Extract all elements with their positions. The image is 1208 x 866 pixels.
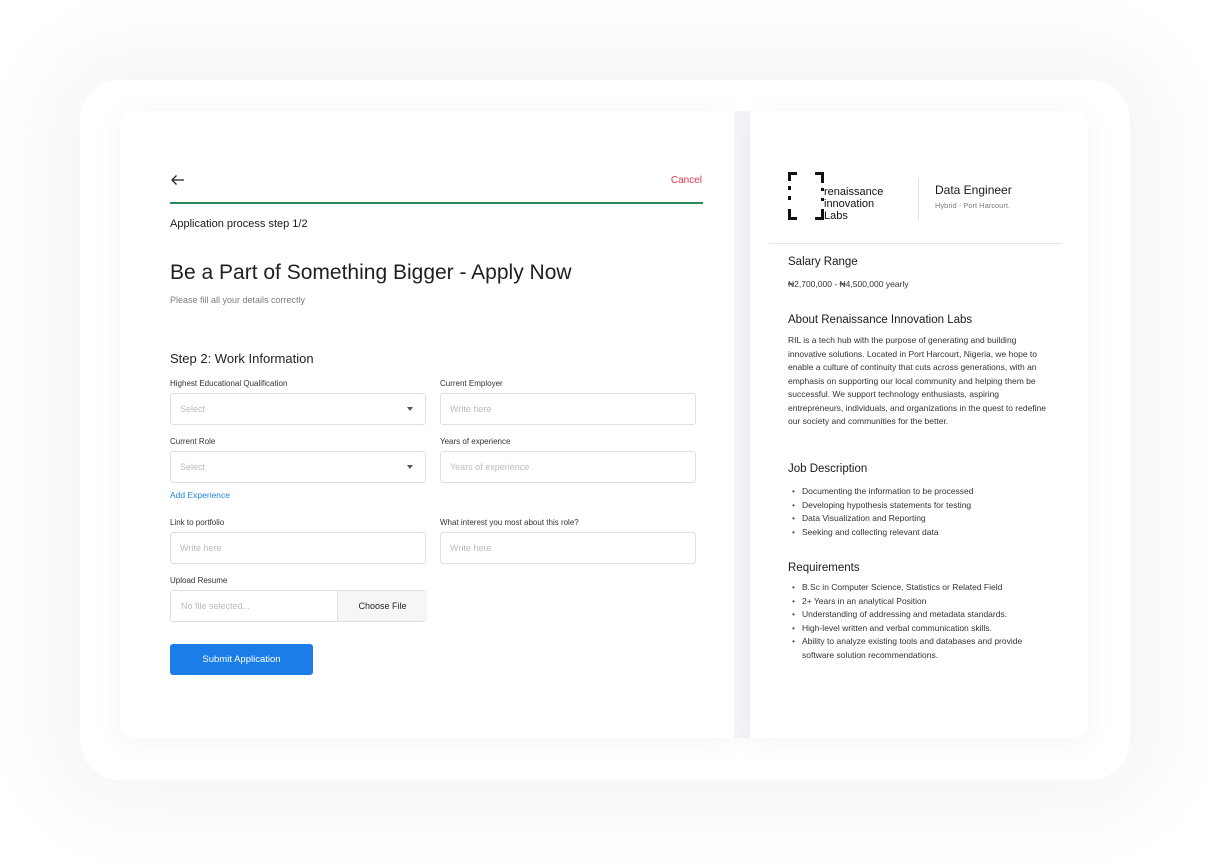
portfolio-label: Link to portfolio <box>170 518 225 527</box>
logo-line: Labs <box>824 210 848 222</box>
qualification-placeholder: Select <box>180 404 206 414</box>
job-title: Data Engineer <box>935 183 1012 197</box>
interest-placeholder: Write here <box>450 543 492 553</box>
interest-input[interactable]: Write here <box>440 532 696 564</box>
step-indicator: Application process step 1/2 <box>170 218 308 230</box>
list-item: Seeking and collecting relevant data <box>788 526 1050 540</box>
caret-down-icon <box>407 465 413 469</box>
job-location: Hybrid - Port Harcourt. <box>935 201 1011 210</box>
employer-input[interactable]: Write here <box>440 393 696 425</box>
requirements-list: B.Sc in Computer Science, Statistics or … <box>788 581 1050 662</box>
description-heading: Job Description <box>788 463 868 475</box>
list-item: Developing hypothesis statements for tes… <box>788 499 1050 513</box>
list-item: Understanding of addressing and metadata… <box>788 608 1050 622</box>
add-experience-link[interactable]: Add Experience <box>170 490 230 500</box>
experience-placeholder: Years of experience <box>450 462 530 472</box>
logo-line: innovation <box>824 198 875 210</box>
list-item: High-level written and verbal communicat… <box>788 622 1050 636</box>
role-label: Current Role <box>170 437 216 446</box>
experience-input[interactable]: Years of experience <box>440 451 696 483</box>
role-placeholder: Select <box>180 462 206 472</box>
description-list: Documenting the information to be proces… <box>788 485 1050 539</box>
caret-down-icon <box>407 407 413 411</box>
resume-upload[interactable]: No file selected... Choose File <box>170 590 427 622</box>
bracket-logo-icon <box>788 172 824 220</box>
progress-bar <box>170 202 703 204</box>
portfolio-placeholder: Write here <box>180 543 222 553</box>
list-item: B.Sc in Computer Science, Statistics or … <box>788 581 1050 595</box>
header-separator <box>918 178 919 220</box>
portfolio-input[interactable]: Write here <box>170 532 426 564</box>
requirements-heading: Requirements <box>788 562 860 574</box>
salary-heading: Salary Range <box>788 256 858 268</box>
list-item: Documenting the information to be proces… <box>788 485 1050 499</box>
list-item: 2+ Years in an analytical Position <box>788 595 1050 609</box>
resume-filename: No file selected... <box>181 601 251 611</box>
employer-placeholder: Write here <box>450 404 492 414</box>
page-title: Be a Part of Something Bigger - Apply No… <box>170 261 572 284</box>
cancel-link[interactable]: Cancel <box>640 175 702 186</box>
logo-wordmark: renaissance innovation Labs <box>824 186 883 222</box>
interest-label: What interest you most about this role? <box>440 518 579 527</box>
header-divider <box>769 243 1062 244</box>
back-arrow-icon[interactable] <box>170 172 186 188</box>
list-item: Data Visualization and Reporting <box>788 512 1050 526</box>
qualification-select[interactable]: Select <box>170 393 426 425</box>
company-logo: renaissance innovation Labs <box>788 171 913 223</box>
resume-label: Upload Resume <box>170 576 228 585</box>
qualification-label: Highest Educational Qualification <box>170 379 288 388</box>
page-subtitle: Please fill all your details correctly <box>170 295 306 305</box>
employer-label: Current Employer <box>440 379 503 388</box>
submit-application-button[interactable]: Submit Application <box>170 644 313 675</box>
section-title: Step 2: Work Information <box>170 351 314 366</box>
panel-divider <box>734 111 750 738</box>
experience-label: Years of experience <box>440 437 511 446</box>
salary-range: ₦2,700,000 - ₦4,500,000 yearly <box>788 279 909 289</box>
about-text: RIL is a tech hub with the purpose of ge… <box>788 335 1047 426</box>
about-heading: About Renaissance Innovation Labs <box>788 314 973 326</box>
choose-file-button[interactable]: Choose File <box>337 591 427 621</box>
logo-line: renaissance <box>824 186 884 198</box>
list-item: Ability to analyze existing tools and da… <box>788 635 1050 662</box>
role-select[interactable]: Select <box>170 451 426 483</box>
